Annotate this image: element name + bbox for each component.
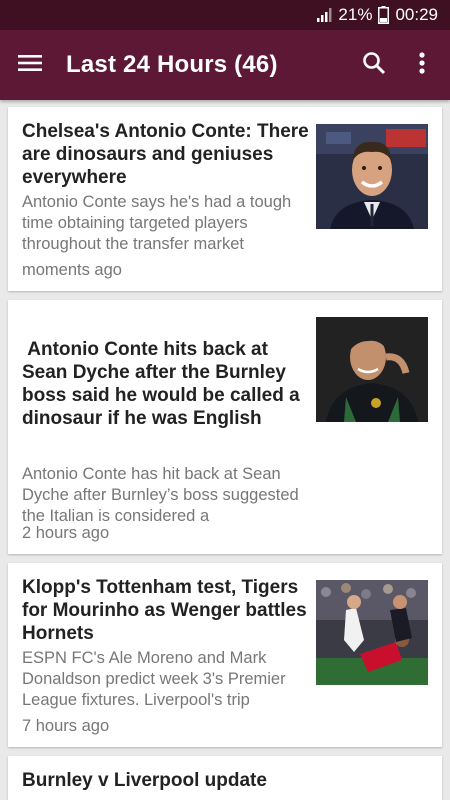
article-summary: Antonio Conte has hit back at Sean Dyche… (22, 465, 299, 525)
battery-percent: 21% (338, 5, 373, 24)
search-icon (362, 51, 386, 80)
status-bar: 21% 00:29 (0, 0, 450, 30)
article-card[interactable]: Klopp's Tottenham test, Tigers for Mouri… (8, 563, 442, 747)
article-thumbnail (316, 580, 428, 685)
page-title: Last 24 Hours (46) (66, 51, 278, 78)
app-bar: Last 24 Hours (46) (0, 30, 450, 100)
signal-icon (316, 7, 332, 23)
article-time: 2 hours ago (22, 524, 110, 542)
menu-button[interactable] (0, 30, 60, 100)
article-thumbnail (316, 124, 428, 229)
article-time: moments ago (22, 261, 122, 279)
battery-icon (378, 6, 390, 24)
search-button[interactable] (350, 30, 398, 100)
article-summary: ESPN FC's Ale Moreno and Mark Donaldson … (22, 649, 286, 709)
article-time: 7 hours ago (22, 717, 110, 735)
article-headline: Antonio Conte hits back at Sean Dyche af… (22, 339, 305, 429)
article-card[interactable]: Chelsea's Antonio Conte: There are dinos… (8, 107, 442, 291)
clock: 00:29 (395, 5, 438, 24)
overflow-menu-icon (419, 51, 425, 79)
article-headline: Chelsea's Antonio Conte: There are dinos… (22, 121, 309, 188)
hamburger-menu-icon (18, 54, 42, 77)
article-headline: Klopp's Tottenham test, Tigers for Mouri… (22, 577, 307, 644)
article-card[interactable]: Antonio Conte hits back at Sean Dyche af… (8, 300, 442, 554)
article-summary: Antonio Conte says he's had a tough time… (22, 193, 292, 253)
article-card[interactable]: Burnley v Liverpool update (8, 756, 442, 800)
more-options-button[interactable] (398, 30, 446, 100)
news-feed[interactable]: Chelsea's Antonio Conte: There are dinos… (0, 100, 450, 800)
article-thumbnail (316, 317, 428, 422)
article-headline: Burnley v Liverpool update (22, 770, 267, 791)
